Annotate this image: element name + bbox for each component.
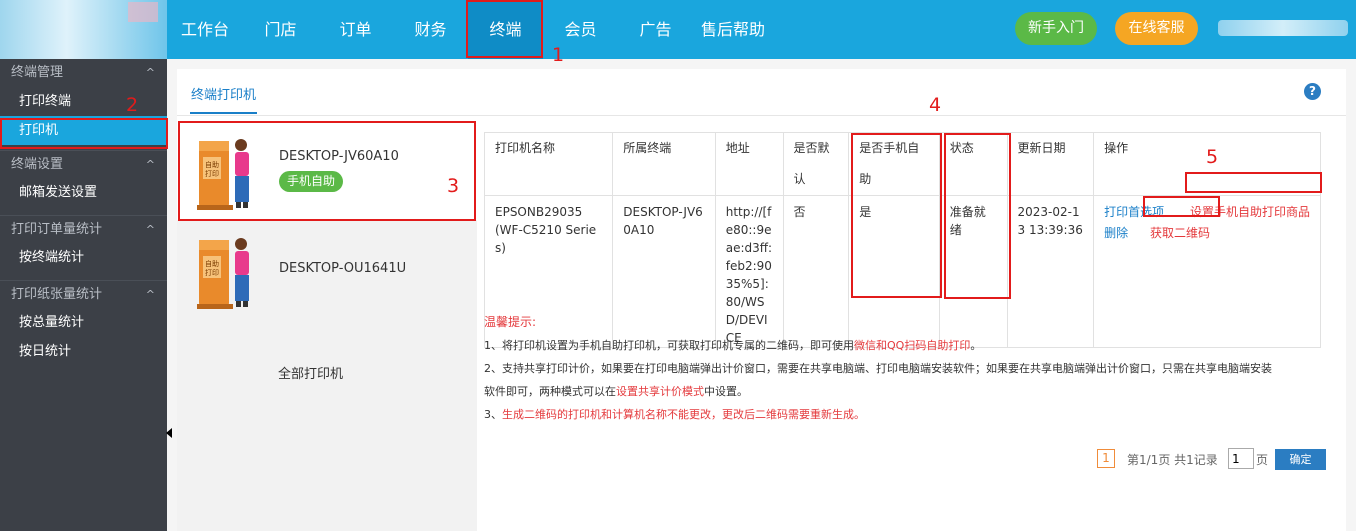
- logo-blur: [128, 2, 158, 22]
- tip-text: 2、支持共享打印计价，如果要在打印电脑端弹出计价窗口，需要在共享电脑端、打印电脑…: [484, 362, 1272, 375]
- kiosk-printer-icon: 自助 打印: [197, 238, 249, 309]
- beginner-guide-button[interactable]: 新手入门: [1015, 12, 1097, 45]
- tab-terminal-printers[interactable]: 终端打印机: [190, 84, 258, 114]
- tab-divider: [177, 115, 1346, 116]
- set-mobile-product-link[interactable]: 设置手机自助打印商品: [1190, 205, 1310, 219]
- sidebar-group-label: 打印订单量统计: [11, 222, 103, 237]
- column-header: 打印机名称: [483, 132, 614, 196]
- mobile-self-service-badge: 手机自助: [279, 171, 344, 192]
- sidebar-item-by-day[interactable]: 按日统计: [0, 337, 167, 366]
- tip-highlight: 微信和QQ扫码自助打印: [854, 339, 971, 352]
- chevron-up-icon: ^: [145, 223, 155, 236]
- printer-name: DESKTOP-OU1641U: [279, 261, 407, 276]
- help-icon[interactable]: ?: [1304, 83, 1321, 100]
- shared-pricing-mode-link[interactable]: 设置共享计价模式: [616, 385, 704, 398]
- logo: [0, 0, 167, 59]
- sidebar-group-settings[interactable]: 终端设置 ^: [0, 150, 167, 178]
- main-panel: 终端打印机 ? 自助 打印 DESKTOP-JV60A10 手机自助 自助 打印…: [177, 69, 1346, 531]
- printer-card[interactable]: 自助 打印 DESKTOP-OU1641U: [177, 220, 477, 320]
- printer-card-selected[interactable]: 自助 打印 DESKTOP-JV60A10 手机自助: [177, 120, 477, 220]
- kiosk-printer-icon: 自助 打印: [197, 139, 249, 210]
- tip-line-2b: 软件即可，两种模式可以在设置共享计价模式中设置。: [484, 380, 1344, 403]
- get-qr-code-link[interactable]: 获取二维码: [1150, 226, 1210, 240]
- tip-text: 软件即可，两种模式可以在: [484, 385, 616, 398]
- nav-item-members[interactable]: 会员: [543, 0, 618, 59]
- nav-item-orders[interactable]: 订单: [318, 0, 393, 59]
- confirm-button[interactable]: 确定: [1275, 449, 1326, 470]
- main-nav: 工作台 门店 订单 财务 终端 会员 广告 售后帮助: [167, 0, 773, 59]
- sidebar-group-label: 终端管理: [11, 65, 64, 80]
- sidebar-group-terminal[interactable]: 终端管理 ^: [0, 59, 167, 87]
- tip-text: 3、: [484, 408, 502, 421]
- sidebar-item-by-terminal[interactable]: 按终端统计: [0, 243, 167, 272]
- svg-text:打印: 打印: [205, 169, 219, 178]
- print-preferences-link[interactable]: 打印首选项: [1104, 205, 1164, 219]
- page-number-current[interactable]: 1: [1097, 449, 1115, 468]
- svg-text:自助: 自助: [205, 259, 219, 268]
- printer-name: DESKTOP-JV60A10: [279, 149, 399, 164]
- column-header: 是否手机自助: [848, 132, 940, 196]
- chevron-up-icon: ^: [145, 158, 155, 171]
- tip-highlight: 生成二维码的打印机和计算机名称不能更改，更改后二维码需要重新生成。: [502, 408, 865, 421]
- nav-item-after-sales[interactable]: 售后帮助: [693, 0, 773, 59]
- top-bar: 工作台 门店 订单 财务 终端 会员 广告 售后帮助 新手入门 在线客服: [0, 0, 1356, 59]
- chevron-up-icon: ^: [145, 288, 155, 301]
- tips-section: 温馨提示: 1、将打印机设置为手机自助打印机，可获取打印机专属的二维码，即可使用…: [484, 311, 1344, 426]
- svg-text:打印: 打印: [205, 268, 219, 277]
- column-header: 地址: [714, 132, 784, 196]
- column-header: 操作: [1093, 132, 1321, 196]
- nav-item-terminal[interactable]: 终端: [468, 0, 543, 59]
- tip-text: 1、将打印机设置为手机自助打印机，可获取打印机专属的二维码，即可使用: [484, 339, 854, 352]
- online-service-button[interactable]: 在线客服: [1115, 12, 1198, 45]
- nav-item-finance[interactable]: 财务: [393, 0, 468, 59]
- page-unit-label: 页: [1256, 453, 1269, 467]
- delete-link[interactable]: 删除: [1104, 226, 1128, 240]
- chevron-up-icon: ^: [145, 66, 155, 79]
- page-jump-input[interactable]: [1228, 448, 1254, 469]
- column-header: 更新日期: [1006, 132, 1095, 196]
- nav-item-workbench[interactable]: 工作台: [167, 0, 243, 59]
- nav-item-stores[interactable]: 门店: [243, 0, 318, 59]
- column-header: 是否默认: [782, 132, 850, 196]
- user-account[interactable]: [1218, 20, 1348, 36]
- tip-line-1: 1、将打印机设置为手机自助打印机，可获取打印机专属的二维码，即可使用微信和QQ扫…: [484, 334, 1344, 357]
- sidebar-group-label: 终端设置: [11, 157, 64, 172]
- sidebar: 终端管理 ^ 打印终端 打印机 终端设置 ^ 邮箱发送设置 打印订单量统计 ^ …: [0, 59, 167, 531]
- sidebar-group-order-stats[interactable]: 打印订单量统计 ^: [0, 215, 167, 243]
- table-header-row: 打印机名称 所属终端 地址 是否默认 是否手机自助 状态 更新日期 操作: [483, 132, 1321, 196]
- column-header: 状态: [938, 132, 1008, 196]
- sidebar-item-print-terminal[interactable]: 打印终端: [0, 87, 167, 116]
- sidebar-group-paper-stats[interactable]: 打印纸张量统计 ^: [0, 280, 167, 308]
- sidebar-item-by-total[interactable]: 按总量统计: [0, 308, 167, 337]
- sidebar-group-label: 打印纸张量统计: [11, 287, 103, 302]
- tip-text: 中设置。: [704, 385, 748, 398]
- tip-text: 。: [970, 339, 982, 352]
- all-printers-link[interactable]: 全部打印机: [278, 363, 343, 382]
- column-header: 所属终端: [612, 132, 716, 196]
- nav-item-ads[interactable]: 广告: [618, 0, 693, 59]
- collapse-sidebar-icon[interactable]: [166, 428, 172, 438]
- tip-line-2: 2、支持共享打印计价，如果要在打印电脑端弹出计价窗口，需要在共享电脑端、打印电脑…: [484, 357, 1344, 380]
- tips-title: 温馨提示:: [484, 315, 537, 329]
- svg-text:自助: 自助: [205, 160, 219, 169]
- sidebar-item-mail-settings[interactable]: 邮箱发送设置: [0, 178, 167, 207]
- page-info: 第1/1页 共1记录: [1127, 453, 1218, 467]
- sidebar-item-printer[interactable]: 打印机: [0, 116, 167, 145]
- printer-list: 自助 打印 DESKTOP-JV60A10 手机自助 自助 打印 DESKTOP…: [177, 120, 477, 531]
- tip-line-3: 3、生成二维码的打印机和计算机名称不能更改，更改后二维码需要重新生成。: [484, 403, 1344, 426]
